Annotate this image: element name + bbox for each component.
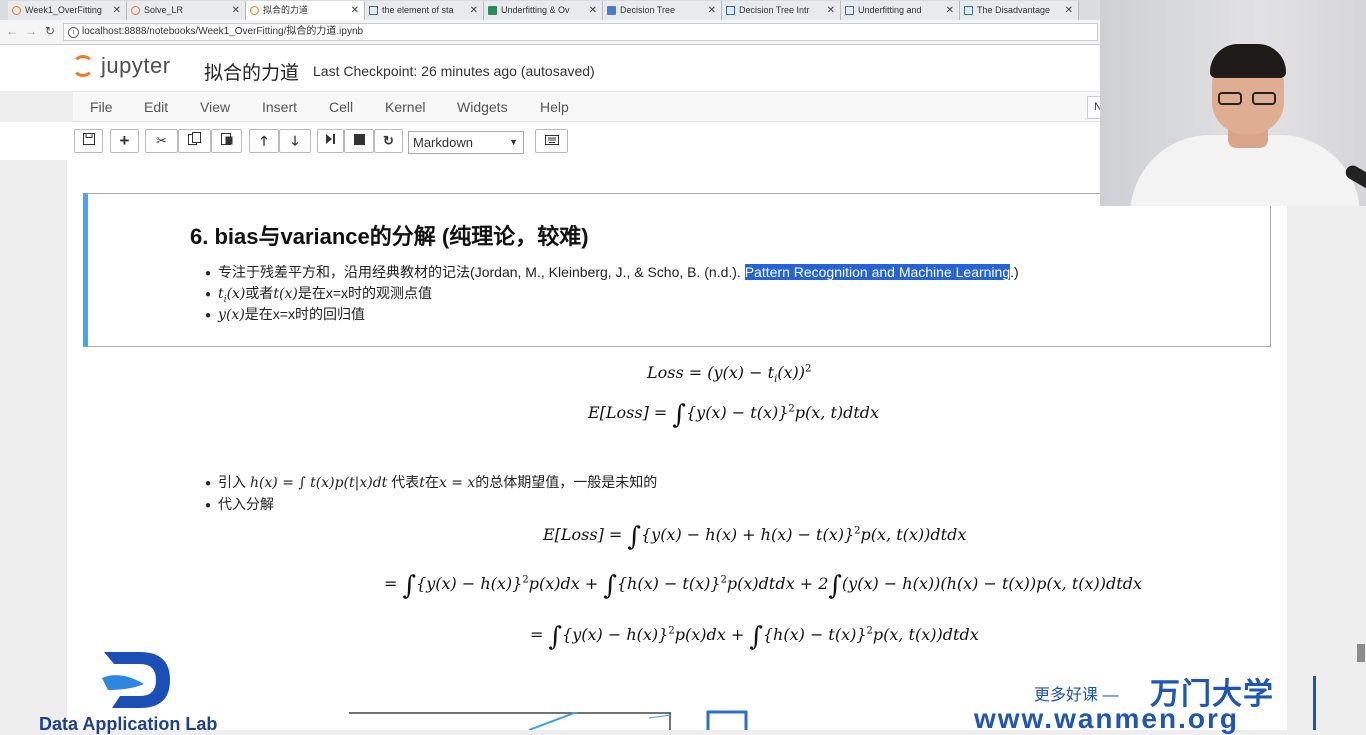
menu-view[interactable]: View (200, 99, 230, 115)
list-item: ● 引入 h(x) = ∫ t(x)p(t|x)dt 代表t在x = x的总体期望… (205, 474, 658, 491)
address-bar: ← → ↻ i localhost:8888/notebooks/Week1_O… (0, 20, 1100, 45)
reload-icon[interactable]: ↻ (45, 24, 55, 38)
tab-close-icon[interactable]: ✕ (470, 1, 478, 20)
sheet-favicon-icon (488, 6, 497, 15)
url-field[interactable]: i localhost:8888/notebooks/Week1_OverFit… (63, 23, 1098, 41)
caret-down-icon: ▼ (509, 137, 518, 147)
list-item: ● y(x)是在x=x时的回归值 (205, 306, 365, 323)
toolbar: + ✂ 🡑 🡓 ↻ Markdown ▼ (0, 122, 1100, 160)
scissors-icon: ✂ (156, 133, 167, 148)
scrollbar-thumb[interactable] (1357, 644, 1365, 662)
lab-name-watermark: Data Application Lab (39, 714, 218, 734)
paste-button[interactable] (211, 129, 242, 153)
jupyter-favicon-icon (250, 6, 259, 15)
menu-file[interactable]: File (90, 99, 113, 115)
tab-close-icon[interactable]: ✕ (708, 1, 716, 20)
info-icon[interactable]: i (68, 27, 79, 38)
refresh-icon: ↻ (383, 133, 394, 148)
bullet-icon: ● (205, 500, 212, 511)
doc-favicon-icon (607, 6, 616, 15)
jupyter-header: jupyter 拟合的力道 Last Checkpoint: 26 minute… (0, 45, 1100, 91)
browser-tab-strip: Week1_OverFitting ✕ Solve_LR ✕ 拟合的力道 ✕ the … (0, 0, 1100, 20)
bullet-icon: ● (205, 478, 212, 489)
webcam-video (1100, 0, 1366, 206)
figure-box-icon (706, 710, 748, 730)
menu-widgets[interactable]: Widgets (457, 99, 508, 115)
watermark-divider (1313, 676, 1316, 730)
figure-partial (349, 712, 671, 730)
tab-close-icon[interactable]: ✕ (1065, 1, 1073, 20)
glasses-icon (1218, 92, 1280, 106)
menubar: File Edit View Insert Cell Kernel Widget… (73, 91, 1108, 122)
doc-favicon-icon (726, 6, 735, 15)
checkpoint-status: Last Checkpoint: 26 minutes ago (autosav… (313, 63, 595, 79)
list-item: ● ti(x)或者t(x)是在x=x时的观测点值 (205, 285, 433, 305)
arrow-down-icon: 🡓 (291, 133, 299, 148)
menu-cell[interactable]: Cell (329, 99, 353, 115)
menu-help[interactable]: Help (540, 99, 569, 115)
browser-tab[interactable]: The Disadvantage ✕ (960, 1, 1079, 20)
insert-cell-button[interactable]: + (110, 129, 139, 153)
browser-tab[interactable]: Decision Tree Intr ✕ (722, 1, 841, 20)
list-item: ● 代入分解 (205, 496, 275, 512)
menu-kernel[interactable]: Kernel (385, 99, 425, 115)
copy-button[interactable] (178, 129, 211, 153)
browser-tab[interactable]: the element of sta ✕ (365, 1, 484, 20)
restart-button[interactable]: ↻ (374, 129, 403, 153)
browser-tab[interactable]: Solve_LR ✕ (127, 1, 246, 20)
jupyter-favicon-icon (131, 6, 140, 15)
equation-loss: Loss = (y(x) − ti(x))2 (647, 363, 812, 386)
notebook-title[interactable]: 拟合的力道 (204, 58, 299, 85)
cell-heading: 6. bias与variance的分解 (纯理论，较难) (190, 224, 589, 249)
equation-decomposition-3: = ∫{y(x) − h(x)}2p(x)dx + ∫{h(x) − t(x)}… (530, 622, 979, 652)
tab-close-icon[interactable]: ✕ (827, 1, 835, 20)
browser-tab[interactable]: Decision Tree ✕ (603, 1, 722, 20)
plus-icon: + (119, 131, 130, 150)
save-button[interactable] (74, 129, 103, 153)
interrupt-button[interactable] (344, 129, 374, 153)
paste-icon (220, 133, 232, 145)
list-item: ● 专注于残差平方和，沿用经典教材的记法(Jordan, M., Kleinber… (205, 264, 1019, 280)
browser-tab[interactable]: Underfitting and ✕ (841, 1, 960, 20)
data-application-lab-logo-icon (102, 652, 170, 708)
arrow-up-icon: 🡑 (260, 133, 268, 148)
save-icon (82, 133, 95, 145)
globe-favicon-icon (369, 6, 378, 15)
tab-close-icon[interactable]: ✕ (589, 1, 597, 20)
browser-tab-active[interactable]: 拟合的力道 ✕ (246, 1, 365, 20)
bullet-icon: ● (205, 289, 212, 300)
slogan-watermark: 更多好课 — (1034, 687, 1119, 704)
bullet-icon: ● (205, 268, 212, 279)
command-palette-button[interactable] (535, 129, 568, 153)
copy-icon (188, 132, 201, 145)
doc-favicon-icon (845, 6, 854, 15)
bullet-icon: ● (205, 310, 212, 321)
forward-arrow-icon[interactable]: → (25, 24, 37, 38)
menu-insert[interactable]: Insert (262, 99, 297, 115)
stop-icon (353, 134, 365, 145)
tab-close-icon[interactable]: ✕ (113, 1, 121, 20)
cell-type-select[interactable]: Markdown ▼ (408, 131, 524, 154)
tab-close-icon[interactable]: ✕ (232, 1, 240, 20)
doc-favicon-icon (964, 6, 973, 15)
keyboard-icon (544, 135, 559, 145)
selected-text[interactable]: Pattern Recognition and Machine Learning (744, 264, 1011, 280)
tab-close-icon[interactable]: ✕ (351, 1, 359, 20)
cut-button[interactable]: ✂ (145, 129, 178, 153)
back-arrow-icon[interactable]: ← (6, 24, 18, 38)
url-watermark: www.wanmen.org (974, 703, 1239, 734)
step-forward-icon (326, 134, 335, 144)
run-button[interactable] (317, 129, 344, 153)
menu-edit[interactable]: Edit (144, 99, 168, 115)
jupyter-favicon-icon (12, 6, 21, 15)
jupyter-logo-icon (72, 55, 94, 77)
browser-tab[interactable]: Week1_OverFitting ✕ (8, 1, 127, 20)
tab-close-icon[interactable]: ✕ (946, 1, 954, 20)
move-up-button[interactable]: 🡑 (249, 129, 279, 153)
browser-tab[interactable]: Underfitting & Ov ✕ (484, 1, 603, 20)
equation-decomposition-1: E[Loss] = ∫{y(x) − h(x) + h(x) − t(x)}2p… (543, 522, 967, 552)
move-down-button[interactable]: 🡓 (279, 129, 311, 153)
equation-expected-loss: E[Loss] = ∫{y(x) − t(x)}2p(x, t)dtdx (588, 400, 880, 430)
equation-decomposition-2: = ∫{y(x) − h(x)}2p(x)dx + ∫{h(x) − t(x)}… (384, 571, 1142, 601)
